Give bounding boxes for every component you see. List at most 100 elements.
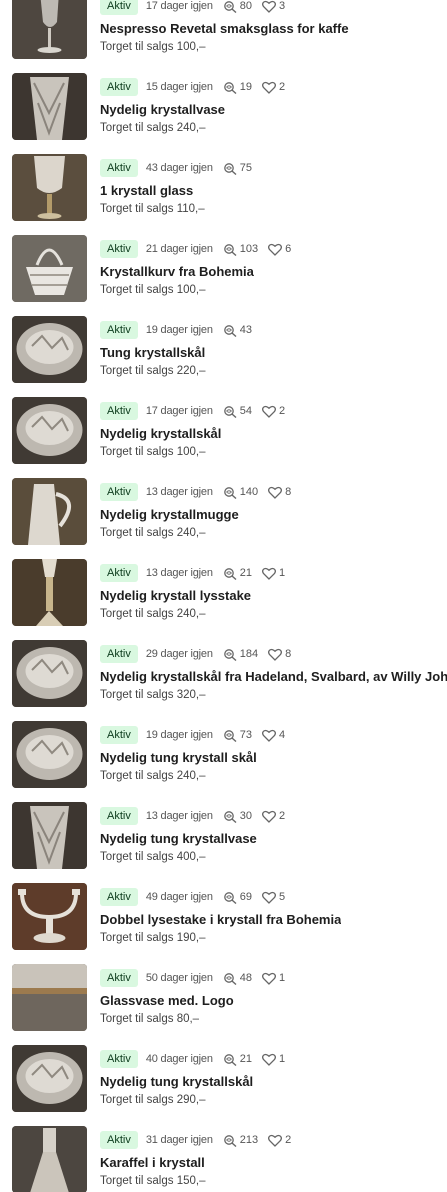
listing-title[interactable]: Nydelig krystallskål fra Hadeland, Svalb…: [100, 669, 447, 684]
views-count: 73: [239, 729, 253, 741]
days-remaining: 19 dager igjen: [145, 324, 213, 336]
listing-thumbnail[interactable]: [12, 397, 87, 464]
double-candlestick-photo: [12, 883, 87, 950]
listing-meta: Aktiv 49 dager igjen 69 5: [100, 888, 285, 906]
listing-thumbnail[interactable]: [12, 1045, 87, 1112]
listing-item[interactable]: Aktiv 43 dager igjen 75 1 krystall glass…: [0, 154, 447, 235]
listing-item[interactable]: Aktiv 13 dager igjen 140 8 Nydelig kryst…: [0, 478, 447, 559]
listing-item[interactable]: Aktiv 49 dager igjen 69 5 Dobbel lysesta…: [0, 883, 447, 964]
favorites-stat: 4: [262, 729, 285, 742]
views-icon: [223, 891, 240, 904]
listing-price: Torget til salgs 290,–: [100, 1094, 206, 1106]
listing-item[interactable]: Aktiv 21 dager igjen 103 6 Krystallkurv …: [0, 235, 447, 316]
views-icon: [223, 486, 240, 499]
listing-item[interactable]: Aktiv 31 dager igjen 213 2 Karaffel i kr…: [0, 1126, 447, 1192]
heart-icon: [268, 486, 285, 499]
listing-title[interactable]: Nydelig krystallvase: [100, 102, 225, 117]
listing-item[interactable]: Aktiv 50 dager igjen 48 1 Glassvase med.…: [0, 964, 447, 1045]
listing-title[interactable]: Nydelig krystallskål: [100, 426, 221, 441]
views-count: 43: [239, 324, 253, 336]
heart-icon: [268, 648, 285, 661]
listing-title[interactable]: Nydelig tung krystallvase: [100, 831, 257, 846]
views-icon: [223, 1053, 240, 1066]
listing-thumbnail[interactable]: [12, 0, 87, 59]
views-stat: 75: [223, 162, 252, 175]
listing-thumbnail[interactable]: [12, 883, 87, 950]
listing-thumbnail[interactable]: [12, 154, 87, 221]
listing-thumbnail[interactable]: [12, 559, 87, 626]
listing-title[interactable]: 1 krystall glass: [100, 183, 193, 198]
listing-thumbnail[interactable]: [12, 73, 87, 140]
days-remaining: 13 dager igjen: [145, 486, 213, 498]
listing-item[interactable]: Aktiv 19 dager igjen 43 Tung krystallskå…: [0, 316, 447, 397]
listing-meta: Aktiv 31 dager igjen 213 2: [100, 1131, 291, 1149]
crystal-bowl-photo: [12, 397, 87, 464]
favorites-stat: 1: [262, 567, 285, 580]
favorites-count: 8: [285, 648, 292, 660]
listing-thumbnail[interactable]: [12, 316, 87, 383]
listing-item[interactable]: Aktiv 13 dager igjen 30 2 Nydelig tung k…: [0, 802, 447, 883]
listing-thumbnail[interactable]: [12, 1126, 87, 1192]
status-badge: Aktiv: [100, 240, 138, 258]
views-count: 80: [239, 0, 253, 12]
listing-item[interactable]: Aktiv 17 dager igjen 54 2 Nydelig krysta…: [0, 397, 447, 478]
status-badge: Aktiv: [100, 564, 138, 582]
listing-item[interactable]: Aktiv 29 dager igjen 184 8 Nydelig kryst…: [0, 640, 447, 721]
listing-thumbnail[interactable]: [12, 964, 87, 1031]
favorites-count: 2: [285, 1134, 292, 1146]
favorites-stat: 8: [268, 648, 291, 661]
favorites-count: 2: [279, 81, 286, 93]
views-icon: [223, 81, 240, 94]
listing-title[interactable]: Nydelig krystall lysstake: [100, 588, 251, 603]
days-remaining: 19 dager igjen: [145, 729, 213, 741]
status-badge: Aktiv: [100, 483, 138, 501]
days-remaining: 17 dager igjen: [145, 0, 213, 12]
listing-item[interactable]: Aktiv 19 dager igjen 73 4 Nydelig tung k…: [0, 721, 447, 802]
favorites-count: 4: [279, 729, 286, 741]
listing-item[interactable]: Aktiv 40 dager igjen 21 1 Nydelig tung k…: [0, 1045, 447, 1126]
views-stat: 103: [223, 243, 258, 256]
favorites-count: 8: [285, 486, 292, 498]
listing-thumbnail[interactable]: [12, 235, 87, 302]
listing-title[interactable]: Nydelig tung krystallskål: [100, 1074, 253, 1089]
listing-title[interactable]: Karaffel i krystall: [100, 1155, 205, 1170]
views-count: 30: [239, 810, 253, 822]
days-remaining: 40 dager igjen: [145, 1053, 213, 1065]
listing-title[interactable]: Dobbel lysestake i krystall fra Bohemia: [100, 912, 341, 927]
favorites-count: 1: [279, 972, 286, 984]
listing-title[interactable]: Nydelig krystallmugge: [100, 507, 239, 522]
listing-item[interactable]: Aktiv 15 dager igjen 19 2 Nydelig krysta…: [0, 73, 447, 154]
views-count: 54: [239, 405, 253, 417]
listing-thumbnail[interactable]: [12, 478, 87, 545]
heart-icon: [262, 567, 279, 580]
status-badge: Aktiv: [100, 645, 138, 663]
favorites-stat: 6: [268, 243, 291, 256]
heart-icon: [262, 810, 279, 823]
favorites-stat: 1: [262, 1053, 285, 1066]
listing-meta: Aktiv 40 dager igjen 21 1: [100, 1050, 285, 1068]
crystal-bowl-photo: [12, 1045, 87, 1112]
favorites-stat: 3: [262, 0, 285, 13]
listing-title[interactable]: Glassvase med. Logo: [100, 993, 234, 1008]
listing-price: Torget til salgs 150,–: [100, 1175, 206, 1187]
days-remaining: 31 dager igjen: [145, 1134, 213, 1146]
views-stat: 140: [223, 486, 258, 499]
crystal-basket-photo: [12, 235, 87, 302]
views-count: 213: [239, 1134, 259, 1146]
listing-thumbnail[interactable]: [12, 802, 87, 869]
listing-title[interactable]: Tung krystallskål: [100, 345, 205, 360]
listing-title[interactable]: Nydelig tung krystall skål: [100, 750, 257, 765]
listing-item[interactable]: Aktiv 13 dager igjen 21 1 Nydelig krysta…: [0, 559, 447, 640]
listing-thumbnail[interactable]: [12, 640, 87, 707]
listing-item[interactable]: Aktiv 17 dager igjen 80 3 Nespresso Reve…: [0, 0, 447, 73]
heart-icon: [262, 729, 279, 742]
views-icon: [223, 729, 240, 742]
views-count: 75: [239, 162, 253, 174]
listing-title[interactable]: Krystallkurv fra Bohemia: [100, 264, 254, 279]
crystal-vase-photo: [12, 802, 87, 869]
days-remaining: 49 dager igjen: [145, 891, 213, 903]
crystal-jug-photo: [12, 478, 87, 545]
favorites-count: 6: [285, 243, 292, 255]
listing-thumbnail[interactable]: [12, 721, 87, 788]
listing-title[interactable]: Nespresso Revetal smaksglass for kaffe: [100, 21, 349, 36]
